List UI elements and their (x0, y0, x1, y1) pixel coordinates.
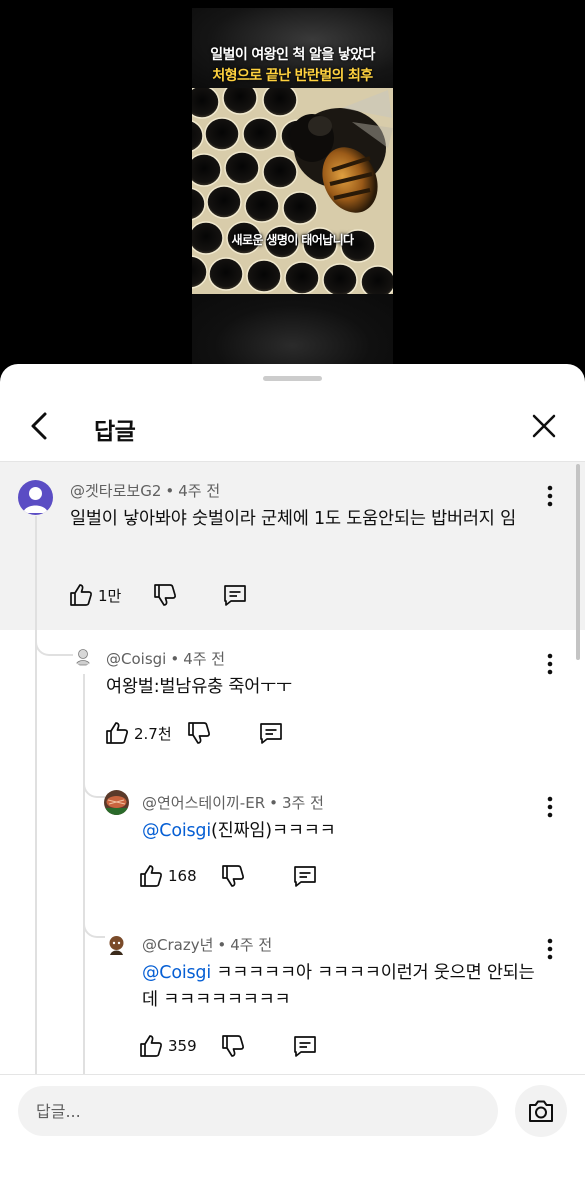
parent-comment: @겟타로보G2 • 4주 전 일벌이 낳아봐야 숫벌이라 군체에 1도 도움안되는 … (0, 462, 585, 630)
comment-text: @Coisgi ㅋㅋㅋㅋㅋ아 ㅋㅋㅋㅋ이런거 웃으면 안되는데 ㅋㅋㅋㅋㅋㅋㅋㅋ (142, 960, 542, 1014)
video-title-line1: 일벌이 여왕인 척 알을 낳았다 (210, 47, 375, 63)
more-vert-icon (547, 485, 553, 507)
comment-actions: 2.7천 (104, 718, 304, 748)
like-count: 1만 (98, 586, 122, 605)
chevron-left-icon (31, 412, 47, 440)
like-button[interactable]: 1만 (68, 580, 121, 610)
reply-input[interactable] (18, 1086, 498, 1136)
close-icon (532, 414, 556, 438)
mention-link[interactable]: @Coisgi (142, 821, 211, 841)
video-title-line2: 처형으로 끝난 반란벌의 최후 (212, 68, 373, 84)
scrollbar[interactable] (576, 464, 580, 660)
thumbs-down-icon (222, 865, 244, 887)
dislike-button[interactable] (220, 1031, 246, 1061)
user-avatar-icon (74, 648, 92, 666)
like-button[interactable]: 168 (138, 861, 197, 891)
camera-button[interactable] (515, 1085, 567, 1137)
comment-text: 여왕벌:벌남유충 죽어ㅜㅜ (106, 674, 536, 701)
thumbs-up-icon (106, 722, 128, 744)
comment-actions: 1만 (68, 580, 268, 610)
comment-text-content: 일벌이 낳아봐야 숫벌이라 군체에 1도 도움안되는 밥버러지 임 (70, 509, 516, 529)
camera-icon (529, 1100, 553, 1122)
thumbs-up-icon (140, 1035, 162, 1057)
user-avatar-icon (104, 932, 129, 957)
default-avatar-icon (18, 480, 53, 515)
comment-text: 일벌이 낳아봐야 숫벌이라 군체에 1도 도움안되는 밥버러지 임 (70, 506, 540, 533)
comment-meta: @Crazy년 • 4주 전 (142, 936, 273, 954)
avatar[interactable] (104, 790, 129, 815)
dislike-button[interactable] (152, 580, 178, 610)
comment-time: 3주 전 (281, 794, 324, 812)
comment-author[interactable]: @Crazy년 (142, 936, 213, 954)
comment-thread: @겟타로보G2 • 4주 전 일벌이 낳아봐야 숫벌이라 군체에 1도 도움안되는 … (0, 462, 585, 1074)
comment-actions: 168 (138, 861, 338, 891)
more-options-button[interactable] (540, 651, 560, 679)
comment-text: @Coisgi(진짜임)ㅋㅋㅋㅋ (142, 818, 542, 845)
like-button[interactable]: 359 (138, 1031, 197, 1061)
user-avatar-icon (104, 790, 129, 815)
comment-meta: @Coisgi • 4주 전 (106, 650, 226, 668)
video-subtitle: 새로운 생명이 태어납니다 (231, 233, 355, 247)
dislike-button[interactable] (220, 861, 246, 891)
more-options-button[interactable] (540, 794, 560, 822)
sheet-header: 답글 (0, 392, 585, 460)
comment-time: 4주 전 (178, 482, 221, 500)
comment-actions: 359 (138, 1031, 338, 1061)
comment-meta: @겟타로보G2 • 4주 전 (70, 482, 221, 500)
reply-comment: @Coisgi • 4주 전 여왕벌:벌남유충 죽어ㅜㅜ 2.7천 (0, 630, 585, 772)
avatar[interactable] (18, 480, 53, 515)
reply-comment-icon (294, 1036, 316, 1057)
like-count: 2.7천 (134, 724, 172, 743)
comment-author[interactable]: @Coisgi (106, 650, 166, 668)
reply-button[interactable] (292, 861, 318, 891)
reply-comment: @연어스테이끼-ER • 3주 전 @Coisgi(진짜임)ㅋㅋㅋㅋ 168 (0, 772, 585, 916)
replies-sheet: 답글 @겟타로보G2 • 4주 전 일벌이 낳아봐야 숫벌이라 군체에 1도 도… (0, 364, 585, 1200)
more-vert-icon (547, 653, 553, 675)
page-title: 답글 (94, 419, 136, 445)
reply-comment-icon (260, 723, 282, 744)
thumbs-up-icon (70, 584, 92, 606)
reply-comment-icon (224, 585, 246, 606)
thumbs-down-icon (188, 722, 210, 744)
comment-author[interactable]: @겟타로보G2 (70, 482, 161, 500)
reply-comment-icon (294, 866, 316, 887)
drag-handle[interactable] (263, 376, 322, 381)
comment-time: 4주 전 (183, 650, 226, 668)
reply-input-bar (0, 1074, 585, 1200)
reply-comment: @Crazy년 • 4주 전 @Coisgi ㅋㅋㅋㅋㅋ아 ㅋㅋㅋㅋ이런거 웃으면 … (0, 916, 585, 1074)
more-options-button[interactable] (540, 483, 560, 511)
thumbs-up-icon (140, 865, 162, 887)
thumbs-down-icon (222, 1035, 244, 1057)
avatar[interactable] (74, 648, 92, 666)
video-player[interactable]: 일벌이 여왕인 척 알을 낳았다 처형으로 끝난 반란벌의 최후 새로운 생명이… (0, 0, 585, 380)
back-button[interactable] (20, 406, 60, 446)
reply-button[interactable] (292, 1031, 318, 1061)
more-vert-icon (547, 938, 553, 960)
like-count: 359 (168, 1037, 197, 1055)
honeycomb-image (192, 88, 393, 294)
comment-time: 4주 전 (230, 936, 273, 954)
comment-meta: @연어스테이끼-ER • 3주 전 (142, 794, 324, 812)
reply-button[interactable] (258, 718, 284, 748)
like-button[interactable]: 2.7천 (104, 718, 172, 748)
like-count: 168 (168, 867, 197, 885)
close-button[interactable] (524, 406, 564, 446)
video-frame[interactable]: 일벌이 여왕인 척 알을 낳았다 처형으로 끝난 반란벌의 최후 새로운 생명이… (192, 8, 393, 380)
avatar[interactable] (104, 932, 129, 957)
comment-text-content: (진짜임)ㅋㅋㅋㅋ (210, 821, 336, 841)
more-vert-icon (547, 796, 553, 818)
comment-text-content: 여왕벌:벌남유충 죽어ㅜㅜ (106, 677, 292, 697)
more-options-button[interactable] (540, 936, 560, 964)
reply-button[interactable] (222, 580, 248, 610)
mention-link[interactable]: @Coisgi (142, 963, 211, 983)
thumbs-down-icon (154, 584, 176, 606)
comment-author[interactable]: @연어스테이끼-ER (142, 794, 265, 812)
dislike-button[interactable] (186, 718, 212, 748)
